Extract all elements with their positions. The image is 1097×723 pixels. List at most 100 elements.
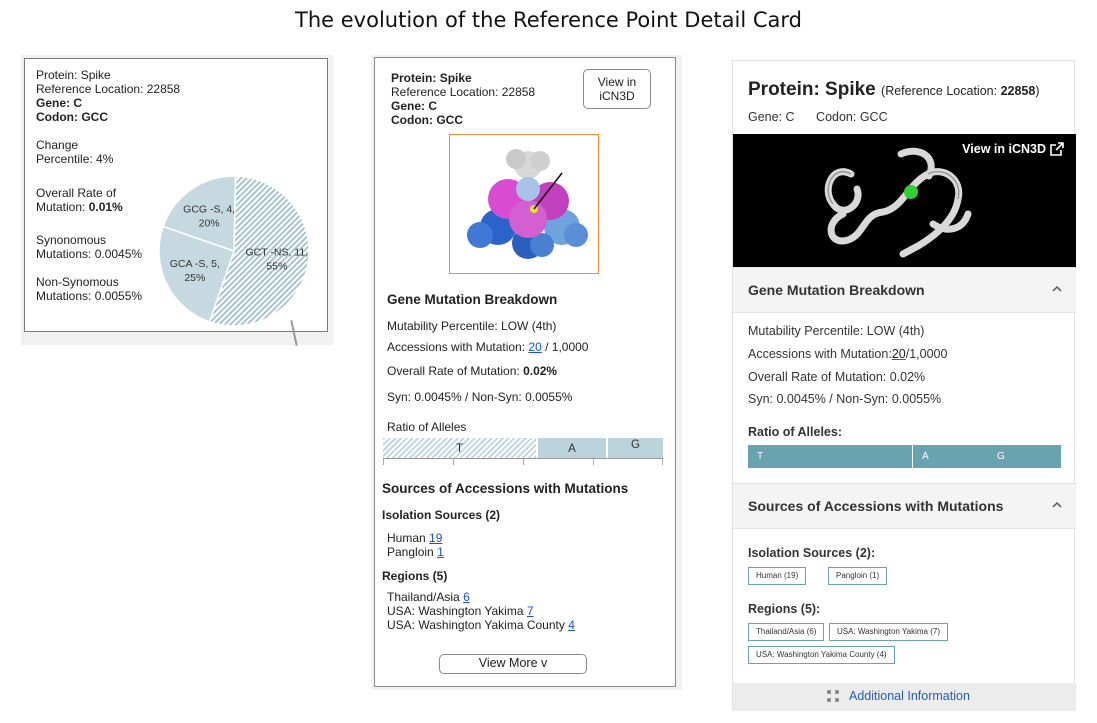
region-count-link[interactable]: 6 [463, 590, 470, 604]
card3-mutability: Mutability Percentile: LOW (4th) [748, 324, 925, 338]
card2-protein: Protein: Spike [391, 71, 472, 85]
card1-ref-location: Reference Location: 22858 [36, 82, 181, 96]
card2-overall-rate-label: Overall Rate of Mutation: [387, 364, 520, 378]
isolation-source-count-link[interactable]: 19 [429, 531, 442, 545]
card2-isolation-item: Human 19 [387, 531, 442, 545]
card2-overall-rate-value: 0.02% [523, 364, 558, 378]
pie-label-gct: 55% [266, 261, 287, 273]
card3-ratio-heading: Ratio of Alleles: [748, 425, 842, 439]
card3-view-link-text: View in iCN3D [962, 142, 1046, 156]
allele-segment-t: T [383, 438, 536, 458]
card1-overall-rate-value: 0.01% [88, 200, 123, 214]
region-count-link[interactable]: 7 [527, 604, 534, 618]
reference-card-v3: Protein: Spike (Reference Location: 2285… [732, 60, 1076, 711]
card2-accessions: Accessions with Mutation: 20 / 1,0000 [387, 340, 588, 354]
card3-structure-viewer: View in iCN3D [733, 134, 1076, 267]
card3-title: Protein: Spike (Reference Location: 2285… [748, 79, 1040, 101]
card2-codon: Codon: GCC [391, 113, 463, 127]
card1-syn-label: Synonomous [36, 233, 107, 247]
allele-segment-g: G [608, 438, 663, 458]
external-link-icon [1050, 142, 1064, 156]
card2-isolation-item: Pangloin 1 [387, 545, 444, 559]
card3-codon: Codon: GCC [816, 110, 888, 124]
card2-overall-rate: Overall Rate of Mutation: 0.02% [387, 364, 557, 378]
card2-isolation-heading: Isolation Sources (2) [382, 508, 501, 522]
protein-structure-image [449, 134, 599, 274]
card2-region-item: Thailand/Asia 6 [387, 590, 470, 604]
pie-label-gct: GCT -NS, 11, [245, 247, 308, 259]
isolation-chip-pangloin[interactable]: Pangloin (1) [828, 567, 888, 585]
region-chip-usa-washington-yakima[interactable]: USA: Washington Yakima (7) [829, 623, 949, 641]
chevron-up-icon [1052, 285, 1062, 292]
card1-overall-rate: Mutation: 0.01% [36, 200, 123, 214]
card1-codon: Codon: GCC [36, 110, 108, 124]
card2-allele-axis [383, 458, 663, 468]
allele-segment-a: A [538, 438, 606, 458]
card1-syn-value: Mutations: 0.0045% [36, 247, 143, 261]
card3-accessions-link[interactable]: 20 [892, 347, 906, 361]
card1-nonsyn-value: Mutations: 0.0055% [36, 289, 143, 303]
card2-region-item: USA: Washington Yakima County 4 [387, 618, 575, 632]
pie-label-gca: 25% [184, 272, 205, 284]
card2-gene: Gene: C [391, 99, 438, 113]
isolation-chip-human[interactable]: Human (19) [748, 567, 807, 585]
card1-nonsyn-label: Non-Synomous [36, 275, 119, 289]
card3-protein-title: Protein: Spike [748, 79, 876, 100]
card2-syn-nonsyn: Syn: 0.0045% / Non-Syn: 0.0055% [387, 390, 573, 404]
card1-change-value: Percentile: 4% [36, 152, 114, 166]
card3-accessions-suffix: /1,0000 [905, 347, 948, 361]
card2-accessions-link[interactable]: 20 [528, 340, 541, 354]
card2-protein-value: Spike [439, 71, 472, 85]
card3-gene-codon: Gene: C Codon: GCC [748, 110, 906, 124]
isolation-source-name: Human [387, 531, 426, 545]
additional-information-text: Additional Information [849, 689, 970, 703]
card2-region-item: USA: Washington Yakima 7 [387, 604, 534, 618]
card3-allele-ratio-bar: T A G [748, 445, 1061, 468]
isolation-source-count-link[interactable]: 1 [437, 545, 444, 559]
card2-ratio-label: Ratio of Alleles [387, 420, 467, 434]
pie-label-gcg: 20% [199, 217, 220, 229]
region-name: USA: Washington Yakima [387, 604, 524, 618]
additional-information-bar[interactable]: Additional Information [733, 683, 1076, 711]
card2-sources-heading: Sources of Accessions with Mutations [382, 481, 629, 496]
view-button-line2: iCN3D [599, 89, 635, 103]
pie-label-gcg: GCG -S, 4, [183, 203, 235, 215]
reference-card-v1: Protein: Spike Reference Location: 22858… [24, 58, 328, 332]
card3-isolation-heading: Isolation Sources (2): [748, 546, 876, 560]
view-in-icn3d-button[interactable]: View in iCN3D [583, 69, 651, 109]
card3-ref-prefix: (Reference Location: [881, 84, 998, 98]
allele-segment-a: A [922, 451, 929, 462]
card2-accessions-prefix: Accessions with Mutation: [387, 340, 526, 354]
card3-view-in-icn3d-link[interactable]: View in iCN3D [962, 142, 1064, 156]
region-chip-usa-washington-yakima-county[interactable]: USA: Washington Yakima County (4) [748, 646, 895, 664]
view-button-line1: View in [597, 75, 637, 89]
card3-gene: Gene: C [748, 110, 795, 124]
page-title: The evolution of the Reference Point Det… [295, 8, 802, 32]
card3-overall-rate: Overall Rate of Mutation: 0.02% [748, 370, 926, 384]
card3-mutation-breakdown-heading: Gene Mutation Breakdown [748, 282, 925, 298]
view-more-button[interactable]: View More v [439, 654, 587, 674]
codon-pie-chart: GCT -NS, 11, 55% GCA -S, 5, 25% GCG -S, 4, 20… [158, 175, 310, 327]
mutation-breakdown-section-header[interactable]: Gene Mutation Breakdown [733, 267, 1076, 313]
card3-sources-heading: Sources of Accessions with Mutations [748, 498, 1004, 514]
card3-ref-location: (Reference Location: 22858) [881, 84, 1039, 98]
card1-gene: Gene: C [36, 96, 83, 110]
card1-overall-rate-label: Overall Rate of [36, 186, 117, 200]
sources-section-header[interactable]: Sources of Accessions with Mutations [733, 483, 1076, 529]
card1-protein: Protein: Spike [36, 68, 111, 82]
region-chip-thailand-asia[interactable]: Thailand/Asia (6) [748, 623, 825, 641]
expand-icon [827, 690, 839, 702]
card2-accessions-suffix: / 1,0000 [545, 340, 589, 354]
card3-ref-suffix: ) [1035, 84, 1040, 98]
additional-information-link[interactable]: Additional Information [827, 689, 970, 703]
card3-accessions-prefix: Accessions with Mutation: [748, 347, 892, 361]
allele-segment-t: T [748, 445, 913, 468]
card2-ref-location: Reference Location: 22858 [391, 85, 536, 99]
reference-card-v2: Protein: Spike Reference Location: 22858… [374, 57, 676, 687]
region-count-link[interactable]: 4 [568, 618, 575, 632]
protein-structure-illustration [467, 149, 588, 259]
card1-change-label: Change [36, 138, 79, 152]
region-name: Thailand/Asia [387, 590, 460, 604]
card1-overall-rate-prefix: Mutation: [36, 200, 86, 214]
card3-accessions: Accessions with Mutation:20/1,0000 [748, 347, 947, 361]
